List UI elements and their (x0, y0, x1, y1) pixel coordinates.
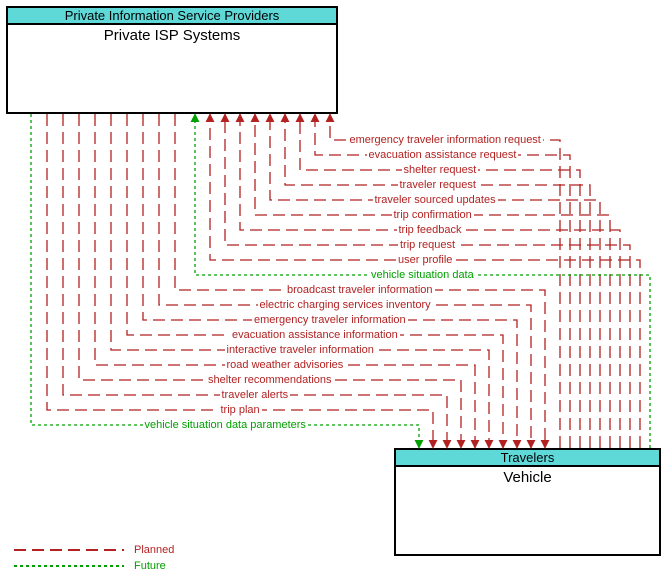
flow-label: shelter recommendations (206, 374, 334, 386)
legend-label: Future (134, 560, 166, 572)
flow-label: emergency traveler information request (348, 134, 543, 146)
flow-label: evacuation assistance request (367, 149, 519, 161)
legend-line (14, 549, 124, 551)
node-header: Private Information Service Providers (8, 8, 336, 25)
flow-label: vehicle situation data (369, 269, 476, 281)
flow-label: interactive traveler information (225, 344, 376, 356)
flow-label: trip feedback (397, 224, 464, 236)
flow-label: user profile (396, 254, 454, 266)
node-vehicle: Travelers Vehicle (394, 448, 661, 556)
legend-row: Future (14, 558, 174, 574)
flow-label: trip request (398, 239, 457, 251)
legend-label: Planned (134, 544, 174, 556)
node-private-isp: Private Information Service Providers Pr… (6, 6, 338, 114)
flow-label: traveler alerts (220, 389, 291, 401)
node-header: Travelers (396, 450, 659, 467)
legend-row: Planned (14, 542, 174, 558)
flow-label: traveler sourced updates (373, 194, 498, 206)
flow-label: broadcast traveler information (285, 284, 435, 296)
flow-label: trip plan (219, 404, 262, 416)
flow-label: shelter request (402, 164, 479, 176)
legend: Planned Future (14, 542, 174, 574)
node-title: Vehicle (396, 467, 659, 488)
flow-label: emergency traveler information (252, 314, 408, 326)
flow-label: electric charging services inventory (258, 299, 433, 311)
flow-label: trip confirmation (392, 209, 474, 221)
flow-label: evacuation assistance information (230, 329, 400, 341)
flow-label: traveler request (398, 179, 478, 191)
node-title: Private ISP Systems (8, 25, 336, 46)
flow-label: vehicle situation data parameters (143, 419, 308, 431)
flow-label: road weather advisories (225, 359, 346, 371)
legend-line (14, 565, 124, 567)
